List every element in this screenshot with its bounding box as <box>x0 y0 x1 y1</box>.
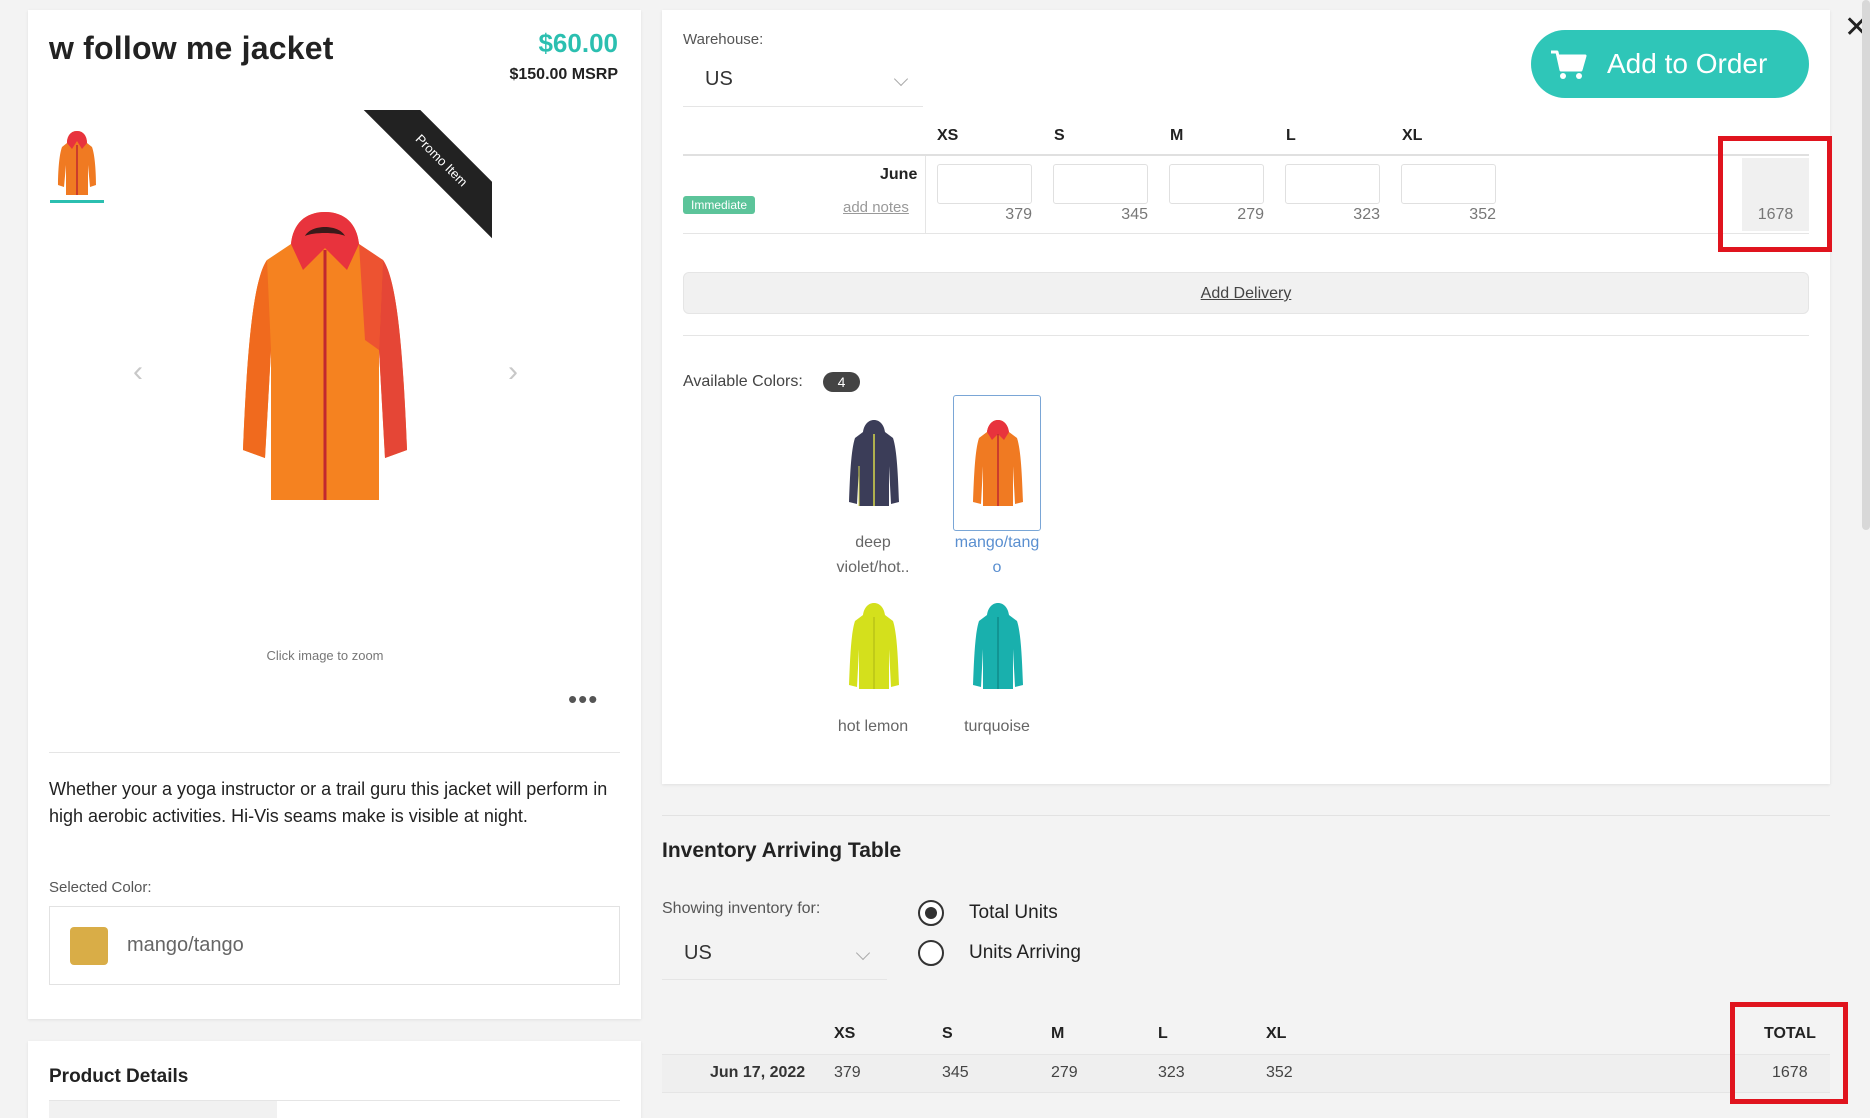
add-to-order-button[interactable]: Add to Order <box>1531 30 1809 98</box>
selected-color-label: Selected Color: <box>49 879 152 896</box>
warehouse-label: Warehouse: <box>683 31 764 48</box>
inv-header-l: L <box>1158 1025 1168 1042</box>
radio-units-arriving[interactable] <box>918 940 944 966</box>
color-option-turquoise[interactable] <box>953 578 1041 714</box>
qty-input-m[interactable] <box>1169 164 1264 204</box>
colors-count-badge: 4 <box>823 372 860 392</box>
inventory-title: Inventory Arriving Table <box>662 839 902 862</box>
thumbnail-active-indicator <box>50 200 104 203</box>
radio-selected-dot <box>925 907 937 919</box>
color-name-line: mango/tang <box>954 534 1040 551</box>
next-image-arrow[interactable]: › <box>508 355 518 389</box>
product-thumbnail[interactable] <box>50 125 104 205</box>
available-colors-label: Available Colors: <box>683 373 803 390</box>
available-xs: 379 <box>1005 206 1032 223</box>
color-name-mango-tango: mango/tang o <box>942 530 1052 580</box>
qty-input-xl[interactable] <box>1401 164 1496 204</box>
product-msrp: $150.00 MSRP <box>509 66 618 83</box>
color-name-deep-violet: deep violet/hot.. <box>818 530 928 580</box>
color-name-line: violet/hot.. <box>836 559 910 576</box>
size-header-xs: XS <box>937 127 959 144</box>
color-name-hot-lemon: hot lemon <box>818 714 928 739</box>
color-jacket-image <box>973 420 1023 506</box>
product-details-title: Product Details <box>49 1066 189 1087</box>
chevron-down-icon <box>855 945 871 961</box>
inv-value-xl: 352 <box>1266 1064 1293 1081</box>
size-header-m: M <box>1170 127 1184 144</box>
color-option-hot-lemon[interactable] <box>829 578 917 714</box>
size-header-s: S <box>1054 127 1065 144</box>
divider <box>683 233 1809 234</box>
inv-value-m: 279 <box>1051 1064 1078 1081</box>
divider <box>49 752 620 753</box>
inventory-warehouse-value: US <box>684 942 712 964</box>
radio-units-arriving-label: Units Arriving <box>969 942 1081 963</box>
product-description: Whether your a yoga instructor or a trai… <box>49 779 608 826</box>
inv-header-xs: XS <box>834 1025 856 1042</box>
color-name-line: hot lemon <box>837 718 909 735</box>
divider <box>683 335 1809 336</box>
available-m: 279 <box>1237 206 1264 223</box>
chevron-down-icon <box>893 71 909 87</box>
divider <box>683 154 1809 156</box>
inv-header-m: M <box>1051 1025 1065 1042</box>
qty-input-xs[interactable] <box>937 164 1032 204</box>
color-option-deep-violet[interactable] <box>829 395 917 531</box>
selected-color-field: mango/tango <box>49 906 620 985</box>
prev-image-arrow[interactable]: ‹ <box>133 355 143 389</box>
color-jacket-image <box>849 603 899 689</box>
delivery-month: June <box>880 166 918 183</box>
divider <box>662 815 1830 816</box>
more-options-icon[interactable]: ••• <box>568 684 598 715</box>
product-price: $60.00 <box>538 28 618 58</box>
divider <box>925 156 926 233</box>
cart-icon <box>1551 50 1587 79</box>
available-xl: 352 <box>1469 206 1496 223</box>
size-header-xl: XL <box>1402 127 1423 144</box>
color-name-turquoise: turquoise <box>942 714 1052 739</box>
scrollbar[interactable] <box>1862 0 1870 530</box>
immediate-badge: Immediate <box>683 196 756 214</box>
inv-header-s: S <box>942 1025 953 1042</box>
product-title: w follow me jacket <box>49 30 334 66</box>
warehouse-select[interactable]: US <box>683 62 923 107</box>
add-delivery-button[interactable]: Add Delivery <box>683 272 1809 314</box>
color-jacket-image <box>973 603 1023 689</box>
color-name-line: o <box>992 559 1002 576</box>
available-s: 345 <box>1121 206 1148 223</box>
inventory-warehouse-select[interactable]: US <box>662 930 887 980</box>
zoom-hint: Click image to zoom <box>266 648 384 663</box>
product-details-tab[interactable] <box>49 1101 277 1118</box>
inv-value-s: 345 <box>942 1064 969 1081</box>
product-main-image[interactable] <box>225 200 425 540</box>
selected-color-value: mango/tango <box>127 934 244 956</box>
highlight-box <box>1730 1002 1848 1104</box>
showing-inventory-label: Showing inventory for: <box>662 900 821 917</box>
radio-total-units[interactable] <box>918 900 944 926</box>
qty-input-l[interactable] <box>1285 164 1380 204</box>
inventory-date: Jun 17, 2022 <box>710 1064 806 1081</box>
highlight-box <box>1718 136 1832 252</box>
size-header-l: L <box>1286 127 1296 144</box>
inv-value-xs: 379 <box>834 1064 861 1081</box>
add-notes-link[interactable]: add notes <box>843 199 909 216</box>
selected-color-swatch <box>70 927 108 965</box>
radio-total-units-label: Total Units <box>969 902 1058 923</box>
color-name-line: turquoise <box>964 718 1030 735</box>
add-to-order-label: Add to Order <box>1607 48 1768 79</box>
inv-value-l: 323 <box>1158 1064 1185 1081</box>
inv-header-xl: XL <box>1266 1025 1287 1042</box>
qty-input-s[interactable] <box>1053 164 1148 204</box>
color-name-line: deep <box>855 534 891 551</box>
warehouse-value: US <box>705 68 733 90</box>
available-l: 323 <box>1353 206 1380 223</box>
color-option-mango-tango[interactable] <box>953 395 1041 531</box>
color-jacket-image <box>849 420 899 506</box>
